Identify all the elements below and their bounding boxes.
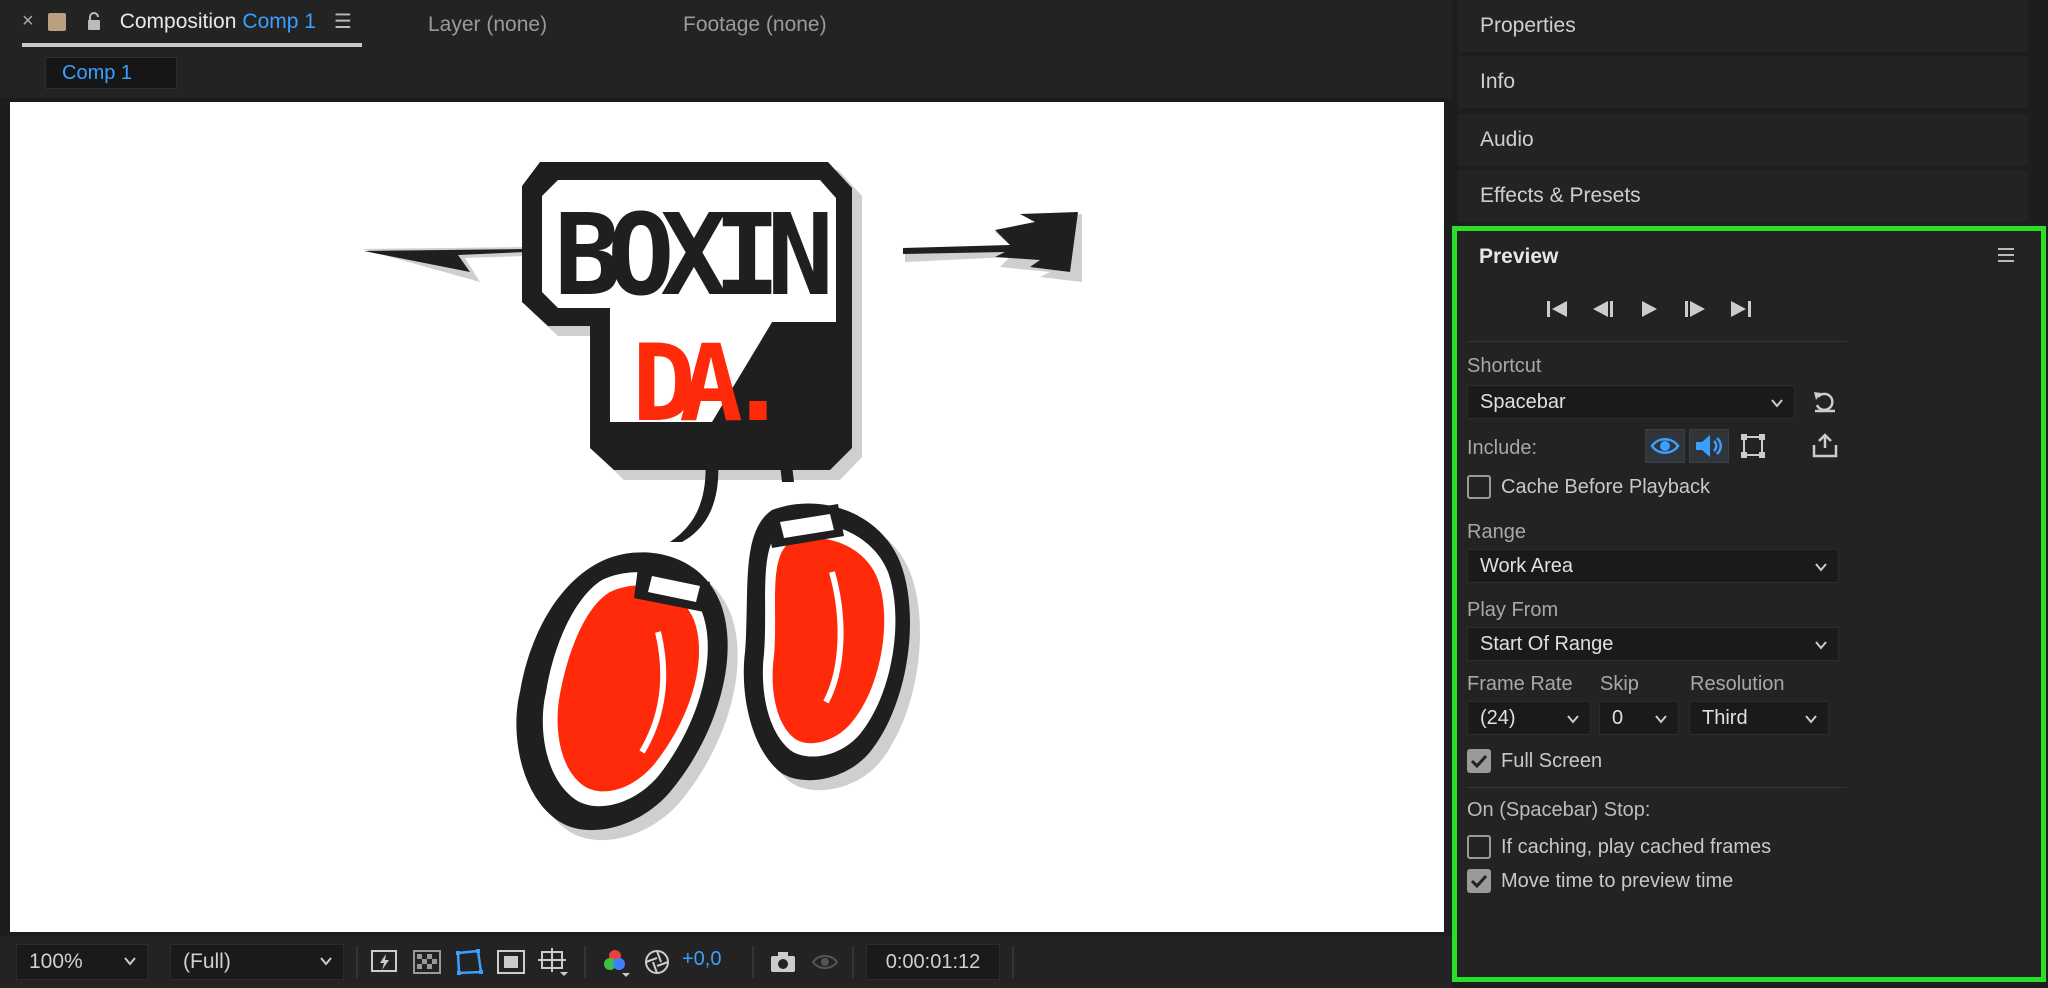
chevron-down-icon <box>1805 715 1817 724</box>
tab-menu-icon[interactable]: ☰ <box>334 9 352 34</box>
effects-presets-panel-header[interactable]: Effects & Presets <box>1458 170 2028 222</box>
channel-rgb-icon[interactable] <box>598 945 632 979</box>
transparency-grid-icon[interactable] <box>410 945 444 979</box>
play-from-label: Play From <box>1467 599 1559 621</box>
chevron-down-icon <box>1655 715 1667 724</box>
reset-shortcut-icon[interactable] <box>1805 385 1845 419</box>
play-from-dropdown[interactable]: Start Of Range <box>1467 627 1839 661</box>
fast-previews-icon[interactable] <box>368 945 402 979</box>
close-icon[interactable]: × <box>22 10 34 33</box>
chevron-down-icon <box>1567 715 1579 724</box>
skip-value: 0 <box>1612 706 1624 729</box>
panel-tab-bar: × Composition Comp 1 ☰ Layer (none) Foot… <box>0 0 1452 50</box>
exposure-value[interactable]: +0,0 <box>682 948 721 971</box>
range-label: Range <box>1467 521 1526 543</box>
on-stop-label: On (Spacebar) Stop: <box>1467 799 1651 821</box>
play-from-value: Start Of Range <box>1480 632 1614 655</box>
shortcut-dropdown[interactable]: Spacebar <box>1467 385 1795 419</box>
region-of-interest-icon[interactable] <box>494 945 528 979</box>
chevron-down-icon <box>1771 399 1783 408</box>
comp-color-swatch-icon <box>47 12 66 31</box>
show-snapshot-icon[interactable] <box>808 945 842 979</box>
toolbar-divider <box>852 946 854 978</box>
audio-panel-header[interactable]: Audio <box>1458 114 2028 166</box>
skip-dropdown[interactable]: 0 <box>1599 701 1679 735</box>
move-time-checkbox[interactable]: Move time to preview time <box>1467 869 1733 893</box>
tab-comp-name: Comp 1 <box>242 9 316 33</box>
move-time-box[interactable] <box>1467 869 1491 893</box>
first-frame-icon[interactable] <box>1543 295 1571 323</box>
full-screen-label: Full Screen <box>1501 749 1603 772</box>
if-caching-box[interactable] <box>1467 835 1491 859</box>
include-audio-icon[interactable] <box>1689 429 1729 463</box>
if-caching-label: If caching, play cached frames <box>1501 835 1772 858</box>
last-frame-icon[interactable] <box>1727 295 1755 323</box>
shortcut-value: Spacebar <box>1480 390 1566 413</box>
full-screen-checkbox[interactable]: Full Screen <box>1467 749 1602 773</box>
play-icon[interactable] <box>1635 295 1663 323</box>
panel-menu-icon[interactable] <box>1997 247 2015 263</box>
cache-before-playback-label: Cache Before Playback <box>1501 475 1711 498</box>
resolution-label: Resolution <box>1690 673 1785 695</box>
next-frame-icon[interactable] <box>1681 295 1709 323</box>
toolbar-divider <box>1012 946 1014 978</box>
composition-panel: × Composition Comp 1 ☰ Layer (none) Foot… <box>0 0 1452 988</box>
tab-footage[interactable]: Footage (none) <box>683 0 827 50</box>
toolbar-divider <box>752 946 754 978</box>
reset-exposure-icon[interactable] <box>640 945 674 979</box>
preview-panel-title: Preview <box>1479 245 1559 268</box>
logo-text-boxin: BOXIN <box>554 191 834 321</box>
magnification-dropdown[interactable]: 100% <box>16 944 148 980</box>
full-screen-box[interactable] <box>1467 749 1491 773</box>
range-value: Work Area <box>1480 554 1573 577</box>
composition-viewer[interactable]: BOXIN DA. <box>10 102 1444 932</box>
if-caching-checkbox[interactable]: If caching, play cached frames <box>1467 835 1771 859</box>
chevron-down-icon <box>1815 563 1827 572</box>
resolution-value: (Full) <box>183 950 231 973</box>
lock-icon[interactable] <box>86 11 102 32</box>
grid-guides-icon[interactable] <box>536 945 570 979</box>
shortcut-label: Shortcut <box>1467 355 1542 377</box>
divider <box>1467 341 1847 342</box>
tab-composition[interactable]: × Composition Comp 1 ☰ <box>22 0 362 47</box>
preview-panel: Preview Shortcut Spacebar Include: Cache… <box>1452 226 2046 982</box>
toolbar-divider <box>356 946 358 978</box>
skip-label: Skip <box>1600 673 1639 695</box>
properties-panel-header[interactable]: Properties <box>1458 0 2028 52</box>
include-video-icon[interactable] <box>1645 429 1685 463</box>
info-panel-header[interactable]: Info <box>1458 56 2028 108</box>
mask-visibility-icon[interactable] <box>452 945 486 979</box>
chevron-down-icon <box>124 957 136 966</box>
transport-controls <box>1543 295 1755 323</box>
boxing-logo-artwork: BOXIN DA. <box>362 162 1082 841</box>
toolbar-divider <box>584 946 586 978</box>
include-overlays-icon[interactable] <box>1733 429 1773 463</box>
magnification-value: 100% <box>29 950 83 973</box>
cache-before-playback-box[interactable] <box>1467 475 1491 499</box>
camera-snapshot-icon[interactable] <box>766 945 800 979</box>
range-dropdown[interactable]: Work Area <box>1467 549 1839 583</box>
frame-rate-label: Frame Rate <box>1467 673 1573 695</box>
composition-navigator-bar: Comp 1 <box>0 50 1452 98</box>
chevron-down-icon <box>320 957 332 966</box>
tab-composition-label: Composition <box>119 9 237 33</box>
current-time-display[interactable]: 0:00:01:12 <box>866 944 1000 980</box>
divider <box>1467 787 1847 788</box>
comp-breadcrumb-chip[interactable]: Comp 1 <box>45 57 177 89</box>
resolution-dropdown[interactable]: (Full) <box>170 944 344 980</box>
tab-layer[interactable]: Layer (none) <box>428 0 547 50</box>
export-preview-icon[interactable] <box>1805 429 1845 463</box>
previous-frame-icon[interactable] <box>1589 295 1617 323</box>
frame-rate-value: (24) <box>1480 706 1516 729</box>
include-label: Include: <box>1467 437 1538 459</box>
chevron-down-icon <box>1815 641 1827 650</box>
resolution-preview-value: Third <box>1702 706 1748 729</box>
move-time-label: Move time to preview time <box>1501 869 1734 892</box>
logo-text-da: DA. <box>632 322 790 445</box>
cache-before-playback-checkbox[interactable]: Cache Before Playback <box>1467 475 1710 499</box>
frame-rate-dropdown[interactable]: (24) <box>1467 701 1591 735</box>
resolution-preview-dropdown[interactable]: Third <box>1689 701 1829 735</box>
